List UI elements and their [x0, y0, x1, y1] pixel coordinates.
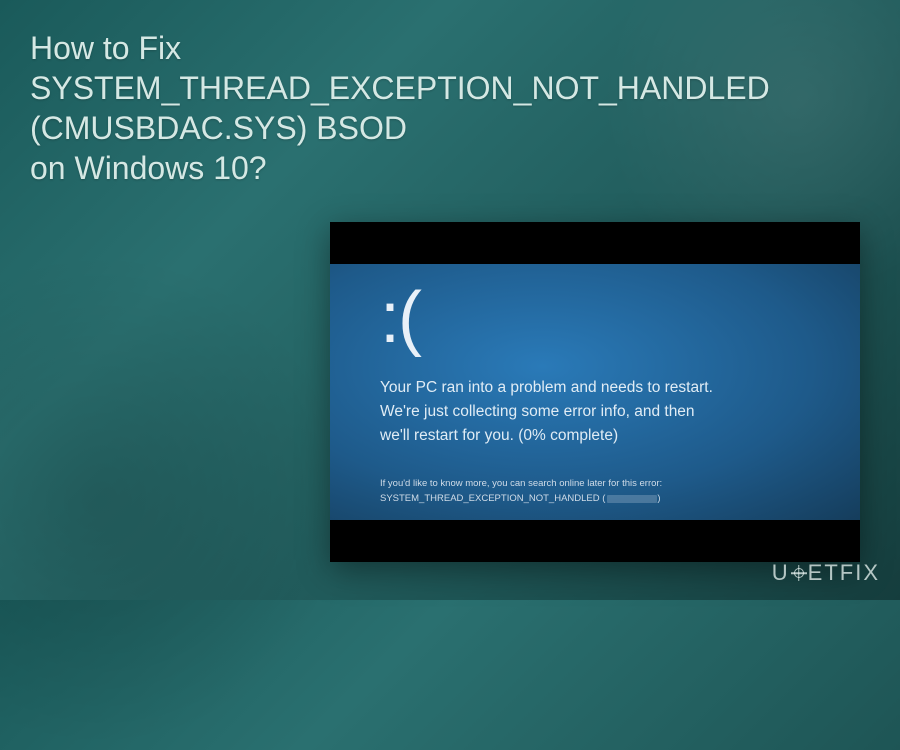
bsod-message-line-2: We're just collecting some error info, a…: [380, 400, 820, 424]
letterbox-top: [330, 222, 860, 264]
page-title: How to Fix SYSTEM_THREAD_EXCEPTION_NOT_H…: [30, 28, 770, 188]
crosshair-icon: [789, 563, 809, 583]
bsod-error-parameter: [607, 495, 657, 503]
watermark-logo: U ETFIX: [772, 560, 880, 586]
bsod-screenshot: :( Your PC ran into a problem and needs …: [330, 222, 860, 562]
bsod-details-line-1: If you'd like to know more, you can sear…: [380, 476, 820, 491]
bsod-error-close-paren: ): [657, 493, 660, 504]
title-line-4: on Windows 10?: [30, 148, 770, 188]
bsod-details-line-2: SYSTEM_THREAD_EXCEPTION_NOT_HANDLED (): [380, 491, 820, 506]
title-line-3: (CMUSBDAC.SYS) BSOD: [30, 108, 770, 148]
bsod-message: Your PC ran into a problem and needs to …: [380, 376, 820, 448]
bsod-message-line-3: we'll restart for you. (0% complete): [380, 424, 820, 448]
bsod-message-line-1: Your PC ran into a problem and needs to …: [380, 376, 820, 400]
bsod-bluescreen: :( Your PC ran into a problem and needs …: [330, 264, 860, 520]
watermark-text: ETFIX: [808, 560, 880, 585]
sad-face-icon: :(: [380, 282, 820, 354]
letterbox-bottom: [330, 520, 860, 562]
watermark-u: U: [772, 560, 790, 585]
bsod-error-open-paren: (: [602, 493, 605, 504]
bsod-details: If you'd like to know more, you can sear…: [380, 476, 820, 506]
title-line-2: SYSTEM_THREAD_EXCEPTION_NOT_HANDLED: [30, 68, 770, 108]
title-line-1: How to Fix: [30, 28, 770, 68]
bsod-error-code: SYSTEM_THREAD_EXCEPTION_NOT_HANDLED: [380, 493, 600, 504]
